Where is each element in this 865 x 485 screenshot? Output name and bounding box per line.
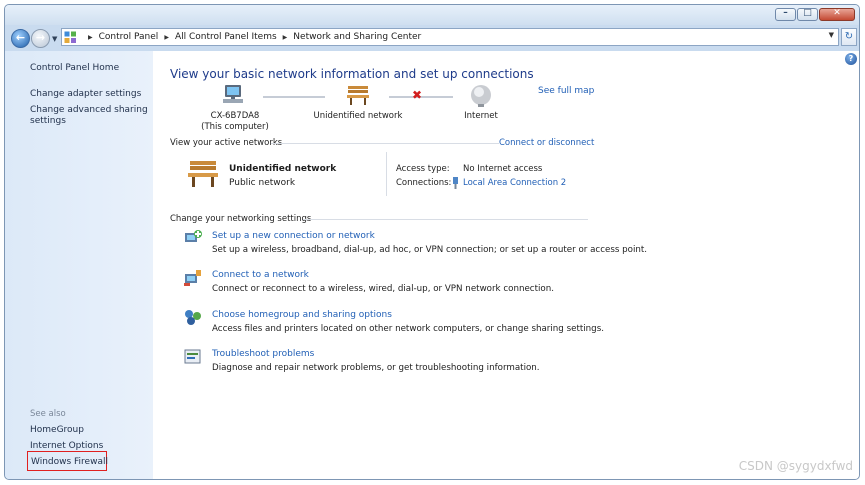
- breadcrumb-network-sharing[interactable]: Network and Sharing Center: [293, 32, 421, 42]
- refresh-icon: ↻: [844, 31, 854, 42]
- task-pane: Control Panel Home Change adapter settin…: [5, 51, 153, 479]
- map-computer-name: CX-6B7DA8: [210, 111, 260, 121]
- local-area-connection-link[interactable]: Local Area Connection 2: [463, 178, 566, 188]
- watermark: CSDN @sygydxfwd: [738, 459, 853, 473]
- access-type-value: No Internet access: [463, 164, 543, 174]
- homegroup-sharing-desc: Access files and printers located on oth…: [212, 324, 604, 334]
- connect-to-network-link[interactable]: Connect to a network: [212, 270, 309, 280]
- homegroup-link[interactable]: HomeGroup: [30, 425, 84, 436]
- windows-firewall-link[interactable]: Windows Firewall: [31, 457, 108, 468]
- setup-connection-link[interactable]: Set up a new connection or network: [212, 231, 375, 241]
- map-internet-label: Internet: [464, 111, 498, 121]
- forward-arrow-icon: →: [35, 31, 46, 44]
- control-panel-home-link[interactable]: Control Panel Home: [30, 63, 119, 74]
- page-title: View your basic network information and …: [170, 67, 534, 81]
- active-network-name: Unidentified network: [229, 164, 337, 174]
- minimize-button[interactable]: –: [775, 8, 796, 21]
- back-arrow-icon: ←: [15, 31, 26, 44]
- see-also-label: See also: [30, 409, 66, 419]
- breadcrumb-separator-icon[interactable]: ▶: [164, 34, 169, 41]
- network-bench-icon[interactable]: [341, 84, 375, 109]
- troubleshoot-icon: [183, 348, 203, 366]
- divider: [386, 152, 387, 196]
- maximize-icon: □: [803, 8, 812, 18]
- setup-connection-desc: Set up a wireless, broadband, dial-up, a…: [212, 245, 648, 255]
- connect-or-disconnect-link[interactable]: Connect or disconnect: [499, 138, 594, 148]
- explorer-window: – □ ✕ ← → ▼ ▶ Control Panel ▶ All Contro…: [4, 4, 860, 480]
- see-full-map-link[interactable]: See full map: [538, 86, 594, 96]
- internet-globe-icon[interactable]: [467, 84, 495, 111]
- map-computer-sub: (This computer): [201, 122, 269, 132]
- maximize-button[interactable]: □: [797, 8, 818, 21]
- troubleshoot-desc: Diagnose and repair network problems, or…: [212, 363, 540, 373]
- address-dropdown-icon[interactable]: ▼: [829, 31, 834, 39]
- troubleshoot-link[interactable]: Troubleshoot problems: [212, 349, 314, 359]
- refresh-button[interactable]: ↻: [841, 28, 857, 46]
- divider: [271, 143, 499, 144]
- homegroup-sharing-link[interactable]: Choose homegroup and sharing options: [212, 310, 392, 320]
- address-bar[interactable]: ▶ Control Panel ▶ All Control Panel Item…: [61, 28, 839, 46]
- close-button[interactable]: ✕: [819, 8, 855, 21]
- help-button[interactable]: ?: [845, 53, 857, 65]
- breadcrumb-separator-icon[interactable]: ▶: [283, 34, 288, 41]
- access-type-label: Access type:: [396, 164, 450, 174]
- change-settings-title: Change your networking settings: [170, 214, 312, 224]
- lan-adapter-icon: [451, 177, 460, 192]
- map-network-name: Unidentified network: [313, 111, 403, 121]
- public-network-bench-icon[interactable]: [186, 159, 220, 192]
- homegroup-sharing-icon: [183, 308, 203, 326]
- close-icon: ✕: [833, 8, 841, 18]
- recent-pages-dropdown[interactable]: ▼: [52, 35, 57, 43]
- navigation-bar: ← → ▼ ▶ Control Panel ▶ All Control Pane…: [5, 25, 859, 51]
- no-connection-x-icon[interactable]: ✖: [412, 88, 422, 102]
- forward-button[interactable]: →: [31, 29, 50, 48]
- computer-icon: [213, 84, 253, 109]
- help-icon: ?: [848, 54, 854, 63]
- connect-network-icon: [183, 269, 203, 287]
- divider: [303, 219, 588, 220]
- connections-label: Connections:: [396, 178, 452, 188]
- new-connection-icon: [183, 229, 203, 247]
- active-networks-title: View your active networks: [170, 138, 283, 148]
- minimize-icon: –: [783, 8, 788, 18]
- control-panel-icon: [64, 31, 77, 44]
- breadcrumb-control-panel[interactable]: Control Panel: [99, 32, 159, 42]
- network-type-link[interactable]: Public network: [229, 178, 295, 188]
- change-adapter-settings-link[interactable]: Change adapter settings: [30, 89, 141, 100]
- map-link-line: [263, 96, 325, 98]
- back-button[interactable]: ←: [11, 29, 30, 48]
- connect-to-network-desc: Connect or reconnect to a wireless, wire…: [212, 284, 554, 294]
- main-content: ? View your basic network information an…: [153, 51, 859, 479]
- title-bar: – □ ✕: [5, 5, 859, 25]
- change-advanced-sharing-link[interactable]: Change advanced sharing settings: [30, 105, 148, 127]
- breadcrumb-separator-icon[interactable]: ▶: [88, 34, 93, 41]
- breadcrumb-all-items[interactable]: All Control Panel Items: [175, 32, 277, 42]
